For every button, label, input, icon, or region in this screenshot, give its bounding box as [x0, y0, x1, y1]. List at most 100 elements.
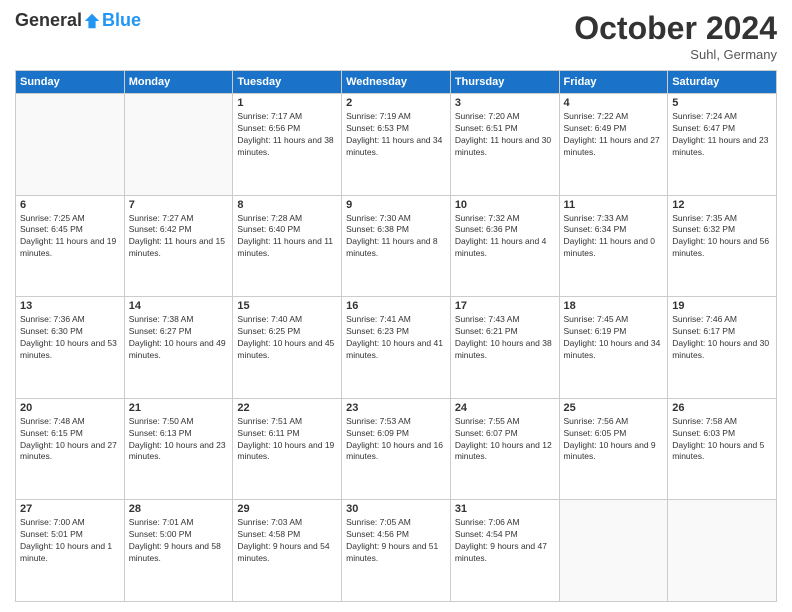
week-row-4: 27 Sunrise: 7:00 AMSunset: 5:01 PMDayligh… — [16, 500, 777, 602]
day-number: 21 — [129, 402, 229, 414]
day-info: Sunrise: 7:27 AMSunset: 6:42 PMDaylight:… — [129, 213, 229, 261]
logo-general-text: General — [15, 10, 82, 31]
week-row-2: 13 Sunrise: 7:36 AMSunset: 6:30 PMDayligh… — [16, 297, 777, 399]
day-cell: 4 Sunrise: 7:22 AMSunset: 6:49 PMDaylight… — [559, 94, 668, 196]
day-info: Sunrise: 7:35 AMSunset: 6:32 PMDaylight:… — [672, 213, 772, 261]
day-cell — [668, 500, 777, 602]
day-cell: 18Sunrise: 7:45 AMSunset: 6:19 PMDayligh… — [559, 297, 668, 399]
day-number: 12 — [672, 199, 772, 211]
day-number: 10 — [455, 199, 555, 211]
day-info: Sunrise: 7:43 AMSunset: 6:21 PMDaylight:… — [455, 314, 555, 362]
day-info: Sunrise: 7:22 AMSunset: 6:49 PMDaylight:… — [564, 111, 664, 159]
day-cell: 23Sunrise: 7:53 AMSunset: 6:09 PMDayligh… — [342, 398, 451, 500]
day-info: Sunrise: 7:41 AMSunset: 6:23 PMDaylight:… — [346, 314, 446, 362]
day-number: 7 — [129, 199, 229, 211]
day-info: Sunrise: 7:46 AMSunset: 6:17 PMDaylight:… — [672, 314, 772, 362]
day-header-saturday: Saturday — [668, 71, 777, 94]
day-cell: 11Sunrise: 7:33 AMSunset: 6:34 PMDayligh… — [559, 195, 668, 297]
calendar: SundayMondayTuesdayWednesdayThursdayFrid… — [15, 70, 777, 602]
day-info: Sunrise: 7:58 AMSunset: 6:03 PMDaylight:… — [672, 416, 772, 464]
day-number: 18 — [564, 300, 664, 312]
day-number: 5 — [672, 97, 772, 109]
day-info: Sunrise: 7:48 AMSunset: 6:15 PMDaylight:… — [20, 416, 120, 464]
day-info: Sunrise: 7:56 AMSunset: 6:05 PMDaylight:… — [564, 416, 664, 464]
day-cell: 8Sunrise: 7:28 AMSunset: 6:40 PMDaylight… — [233, 195, 342, 297]
day-info: Sunrise: 7:25 AMSunset: 6:45 PMDaylight:… — [20, 213, 120, 261]
week-row-0: 1 Sunrise: 7:17 AMSunset: 6:56 PMDaylight… — [16, 94, 777, 196]
day-number: 27 — [20, 503, 120, 515]
day-info: Sunrise: 7:20 AMSunset: 6:51 PMDaylight:… — [455, 111, 555, 159]
day-info: Sunrise: 7:00 AMSunset: 5:01 PMDaylight:… — [20, 517, 120, 565]
day-info: Sunrise: 7:30 AMSunset: 6:38 PMDaylight:… — [346, 213, 446, 261]
day-cell: 28 Sunrise: 7:01 AMSunset: 5:00 PMDayligh… — [124, 500, 233, 602]
day-number: 9 — [346, 199, 446, 211]
day-cell: 29 Sunrise: 7:03 AMSunset: 4:58 PMDayligh… — [233, 500, 342, 602]
day-cell: 24Sunrise: 7:55 AMSunset: 6:07 PMDayligh… — [450, 398, 559, 500]
day-cell — [16, 94, 125, 196]
day-cell: 9 Sunrise: 7:30 AMSunset: 6:38 PMDaylight… — [342, 195, 451, 297]
day-cell: 7 Sunrise: 7:27 AMSunset: 6:42 PMDaylight… — [124, 195, 233, 297]
day-number: 28 — [129, 503, 229, 515]
page: General Blue October 2024 Suhl, Germany … — [0, 0, 792, 612]
day-cell: 15Sunrise: 7:40 AMSunset: 6:25 PMDayligh… — [233, 297, 342, 399]
day-cell: 13 Sunrise: 7:36 AMSunset: 6:30 PMDayligh… — [16, 297, 125, 399]
day-header-sunday: Sunday — [16, 71, 125, 94]
day-info: Sunrise: 7:50 AMSunset: 6:13 PMDaylight:… — [129, 416, 229, 464]
day-info: Sunrise: 7:51 AMSunset: 6:11 PMDaylight:… — [237, 416, 337, 464]
day-cell — [559, 500, 668, 602]
day-cell: 1 Sunrise: 7:17 AMSunset: 6:56 PMDaylight… — [233, 94, 342, 196]
day-cell: 12 Sunrise: 7:35 AMSunset: 6:32 PMDayligh… — [668, 195, 777, 297]
day-info: Sunrise: 7:32 AMSunset: 6:36 PMDaylight:… — [455, 213, 555, 261]
logo: General Blue — [15, 10, 141, 31]
day-cell: 14Sunrise: 7:38 AMSunset: 6:27 PMDayligh… — [124, 297, 233, 399]
day-number: 20 — [20, 402, 120, 414]
day-number: 31 — [455, 503, 555, 515]
day-cell: 16 Sunrise: 7:41 AMSunset: 6:23 PMDayligh… — [342, 297, 451, 399]
logo-blue-text: Blue — [102, 10, 141, 31]
day-cell: 6 Sunrise: 7:25 AMSunset: 6:45 PMDaylight… — [16, 195, 125, 297]
day-info: Sunrise: 7:01 AMSunset: 5:00 PMDaylight:… — [129, 517, 229, 565]
day-info: Sunrise: 7:38 AMSunset: 6:27 PMDaylight:… — [129, 314, 229, 362]
day-number: 6 — [20, 199, 120, 211]
day-cell: 5 Sunrise: 7:24 AMSunset: 6:47 PMDaylight… — [668, 94, 777, 196]
location: Suhl, Germany — [574, 47, 777, 62]
day-cell: 17 Sunrise: 7:43 AMSunset: 6:21 PMDayligh… — [450, 297, 559, 399]
day-info: Sunrise: 7:36 AMSunset: 6:30 PMDaylight:… — [20, 314, 120, 362]
day-cell: 20 Sunrise: 7:48 AMSunset: 6:15 PMDayligh… — [16, 398, 125, 500]
day-number: 17 — [455, 300, 555, 312]
day-number: 1 — [237, 97, 337, 109]
day-header-wednesday: Wednesday — [342, 71, 451, 94]
day-cell: 26 Sunrise: 7:58 AMSunset: 6:03 PMDayligh… — [668, 398, 777, 500]
day-cell: 3Sunrise: 7:20 AMSunset: 6:51 PMDaylight… — [450, 94, 559, 196]
day-number: 30 — [346, 503, 446, 515]
day-header-thursday: Thursday — [450, 71, 559, 94]
day-cell: 2Sunrise: 7:19 AMSunset: 6:53 PMDaylight… — [342, 94, 451, 196]
day-info: Sunrise: 7:17 AMSunset: 6:56 PMDaylight:… — [237, 111, 337, 159]
day-number: 29 — [237, 503, 337, 515]
day-cell: 25Sunrise: 7:56 AMSunset: 6:05 PMDayligh… — [559, 398, 668, 500]
day-header-tuesday: Tuesday — [233, 71, 342, 94]
logo-icon — [83, 12, 101, 30]
day-cell: 30Sunrise: 7:05 AMSunset: 4:56 PMDayligh… — [342, 500, 451, 602]
month-title: October 2024 — [574, 10, 777, 47]
day-number: 13 — [20, 300, 120, 312]
header: General Blue October 2024 Suhl, Germany — [15, 10, 777, 62]
week-row-1: 6 Sunrise: 7:25 AMSunset: 6:45 PMDaylight… — [16, 195, 777, 297]
day-cell — [124, 94, 233, 196]
day-cell: 31Sunrise: 7:06 AMSunset: 4:54 PMDayligh… — [450, 500, 559, 602]
day-info: Sunrise: 7:24 AMSunset: 6:47 PMDaylight:… — [672, 111, 772, 159]
day-cell: 21 Sunrise: 7:50 AMSunset: 6:13 PMDayligh… — [124, 398, 233, 500]
week-row-3: 20 Sunrise: 7:48 AMSunset: 6:15 PMDayligh… — [16, 398, 777, 500]
day-number: 26 — [672, 402, 772, 414]
day-number: 2 — [346, 97, 446, 109]
day-number: 4 — [564, 97, 664, 109]
day-cell: 19Sunrise: 7:46 AMSunset: 6:17 PMDayligh… — [668, 297, 777, 399]
day-number: 16 — [346, 300, 446, 312]
day-number: 23 — [346, 402, 446, 414]
day-header-monday: Monday — [124, 71, 233, 94]
day-info: Sunrise: 7:03 AMSunset: 4:58 PMDaylight:… — [237, 517, 337, 565]
day-number: 24 — [455, 402, 555, 414]
day-number: 15 — [237, 300, 337, 312]
day-header-friday: Friday — [559, 71, 668, 94]
day-cell: 10 Sunrise: 7:32 AMSunset: 6:36 PMDayligh… — [450, 195, 559, 297]
